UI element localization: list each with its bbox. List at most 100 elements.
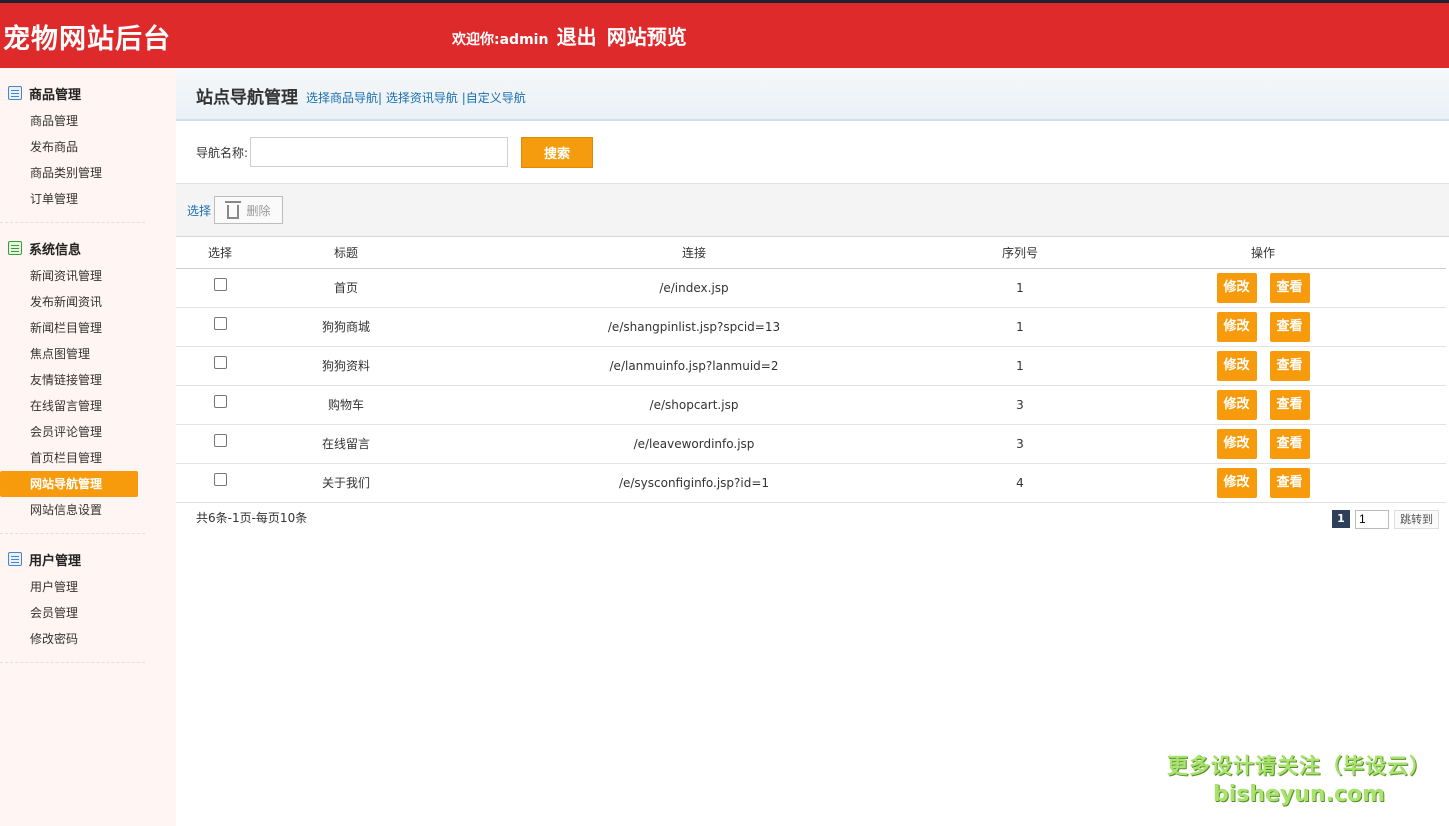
sidebar-item-messages[interactable]: 在线留言管理 bbox=[0, 393, 145, 419]
cell-seq: 1 bbox=[960, 307, 1080, 347]
view-button[interactable]: 查看 bbox=[1269, 350, 1310, 381]
sidebar-item-home-columns[interactable]: 首页栏目管理 bbox=[0, 445, 145, 471]
system-icon bbox=[8, 241, 22, 255]
delete-label: 删除 bbox=[246, 203, 271, 218]
cell-link: /e/lanmuinfo.jsp?lanmuid=2 bbox=[428, 346, 960, 386]
sidebar-group-title: 商品管理 bbox=[0, 84, 145, 103]
logout-link[interactable]: 退出 bbox=[557, 25, 597, 49]
search-label: 导航名称: bbox=[196, 145, 249, 160]
sidebar-item-site-nav[interactable]: 网站导航管理 bbox=[0, 471, 138, 497]
sidebar: 商品管理 商品管理 发布商品 商品类别管理 订单管理 系统信息 新闻资讯管理 发… bbox=[0, 68, 176, 826]
delete-button[interactable]: 删除 bbox=[214, 196, 284, 224]
table-toolbar: 选择 删除 bbox=[176, 183, 1449, 237]
search-input[interactable] bbox=[250, 137, 509, 167]
welcome-text: 欢迎你:admin bbox=[452, 32, 549, 48]
table-row: 狗狗商城 /e/shangpinlist.jsp?spcid=13 1 修改 查看 bbox=[176, 307, 1446, 347]
sidebar-group-title: 系统信息 bbox=[0, 239, 145, 258]
sidebar-group-label: 用户管理 bbox=[29, 553, 82, 569]
row-checkbox[interactable] bbox=[213, 316, 227, 330]
page-jump-input[interactable] bbox=[1355, 509, 1389, 529]
row-checkbox[interactable] bbox=[213, 277, 227, 291]
view-button[interactable]: 查看 bbox=[1269, 311, 1310, 342]
cell-seq: 1 bbox=[960, 268, 1080, 308]
cell-seq: 4 bbox=[960, 463, 1080, 503]
view-button[interactable]: 查看 bbox=[1269, 389, 1310, 420]
edit-button[interactable]: 修改 bbox=[1216, 467, 1257, 498]
edit-button[interactable]: 修改 bbox=[1216, 428, 1257, 459]
main-content: 站点导航管理 选择商品导航| 选择资讯导航 |自定义导航 导航名称: 搜索 选择… bbox=[176, 68, 1449, 826]
table-footer: 共6条-1页-每页10条 1 跳转到 bbox=[176, 503, 1449, 535]
watermark-line2: bisheyun.com bbox=[1212, 782, 1386, 807]
view-button[interactable]: 查看 bbox=[1269, 428, 1310, 459]
current-page-button[interactable]: 1 bbox=[1332, 510, 1350, 528]
sidebar-item-member-manage[interactable]: 会员管理 bbox=[0, 600, 145, 626]
col-seq: 序列号 bbox=[960, 237, 1080, 269]
col-select: 选择 bbox=[176, 237, 264, 269]
sidebar-item-orders[interactable]: 订单管理 bbox=[0, 186, 145, 212]
page-title: 站点导航管理 bbox=[196, 88, 298, 108]
table-row: 购物车 /e/shopcart.jsp 3 修改 查看 bbox=[176, 385, 1446, 425]
site-preview-link[interactable]: 网站预览 bbox=[607, 25, 687, 49]
cell-title: 首页 bbox=[264, 268, 428, 308]
table-row: 关于我们 /e/sysconfiginfo.jsp?id=1 4 修改 查看 bbox=[176, 463, 1446, 503]
cell-title: 狗狗资料 bbox=[264, 346, 428, 386]
sidebar-item-product-manage[interactable]: 商品管理 bbox=[0, 108, 145, 134]
cell-link: /e/shopcart.jsp bbox=[428, 385, 960, 425]
select-all-link[interactable]: 选择 bbox=[187, 202, 211, 219]
sidebar-group-products: 商品管理 商品管理 发布商品 商品类别管理 订单管理 bbox=[0, 68, 145, 223]
pagination-summary: 共6条-1页-每页10条 bbox=[196, 510, 308, 525]
nav-table: 选择 标题 连接 序列号 操作 首页 /e/index.jsp 1 修改 查看 狗… bbox=[176, 237, 1446, 503]
sidebar-item-user-manage[interactable]: 用户管理 bbox=[0, 574, 145, 600]
cell-title: 购物车 bbox=[264, 385, 428, 425]
cell-link: /e/shangpinlist.jsp?spcid=13 bbox=[428, 307, 960, 347]
page-header: 站点导航管理 选择商品导航| 选择资讯导航 |自定义导航 bbox=[176, 68, 1449, 121]
sidebar-item-member-comments[interactable]: 会员评论管理 bbox=[0, 419, 145, 445]
sidebar-group-users: 用户管理 用户管理 会员管理 修改密码 bbox=[0, 534, 145, 663]
edit-button[interactable]: 修改 bbox=[1216, 272, 1257, 303]
sidebar-group-label: 系统信息 bbox=[29, 242, 82, 258]
sidebar-item-publish-product[interactable]: 发布商品 bbox=[0, 134, 145, 160]
cell-seq: 3 bbox=[960, 424, 1080, 464]
view-button[interactable]: 查看 bbox=[1269, 467, 1310, 498]
sidebar-item-product-category[interactable]: 商品类别管理 bbox=[0, 160, 145, 186]
edit-button[interactable]: 修改 bbox=[1216, 311, 1257, 342]
watermark-line1: 更多设计请关注（毕设云） bbox=[1167, 754, 1431, 778]
cell-link: /e/leavewordinfo.jsp bbox=[428, 424, 960, 464]
sidebar-item-focus-images[interactable]: 焦点图管理 bbox=[0, 341, 145, 367]
edit-button[interactable]: 修改 bbox=[1216, 389, 1257, 420]
search-button[interactable]: 搜索 bbox=[521, 136, 594, 168]
custom-nav-link[interactable]: |自定义导航 bbox=[458, 91, 526, 105]
sidebar-item-news-manage[interactable]: 新闻资讯管理 bbox=[0, 263, 145, 289]
sidebar-item-change-password[interactable]: 修改密码 bbox=[0, 626, 145, 652]
edit-button[interactable]: 修改 bbox=[1216, 350, 1257, 381]
col-link: 连接 bbox=[428, 237, 960, 269]
sidebar-item-site-settings[interactable]: 网站信息设置 bbox=[0, 497, 145, 523]
table-row: 狗狗资料 /e/lanmuinfo.jsp?lanmuid=2 1 修改 查看 bbox=[176, 346, 1446, 386]
sidebar-item-friend-links[interactable]: 友情链接管理 bbox=[0, 367, 145, 393]
select-news-nav-link[interactable]: 选择资讯导航 bbox=[382, 91, 458, 105]
page-jump-button[interactable]: 跳转到 bbox=[1394, 509, 1439, 529]
cell-seq: 1 bbox=[960, 346, 1080, 386]
row-checkbox[interactable] bbox=[213, 472, 227, 486]
table-row: 在线留言 /e/leavewordinfo.jsp 3 修改 查看 bbox=[176, 424, 1446, 464]
sidebar-group-label: 商品管理 bbox=[29, 87, 82, 103]
view-button[interactable]: 查看 bbox=[1269, 272, 1310, 303]
select-product-nav-link[interactable]: 选择商品导航| bbox=[306, 91, 382, 105]
row-checkbox[interactable] bbox=[213, 433, 227, 447]
welcome-area: 欢迎你:admin 退出 网站预览 bbox=[452, 21, 687, 50]
sidebar-item-news-columns[interactable]: 新闻栏目管理 bbox=[0, 315, 145, 341]
cell-link: /e/index.jsp bbox=[428, 268, 960, 308]
trash-icon bbox=[224, 200, 241, 219]
row-checkbox[interactable] bbox=[213, 355, 227, 369]
sidebar-item-publish-news[interactable]: 发布新闻资讯 bbox=[0, 289, 145, 315]
top-header: 宠物网站后台 欢迎你:admin 退出 网站预览 bbox=[0, 0, 1449, 68]
list-icon bbox=[8, 86, 22, 100]
cell-title: 狗狗商城 bbox=[264, 307, 428, 347]
list-icon bbox=[8, 552, 22, 566]
col-actions: 操作 bbox=[1080, 237, 1446, 269]
watermark: 更多设计请关注（毕设云） bisheyun.com bbox=[1167, 750, 1431, 807]
sidebar-group-title: 用户管理 bbox=[0, 550, 145, 569]
row-checkbox[interactable] bbox=[213, 394, 227, 408]
cell-link: /e/sysconfiginfo.jsp?id=1 bbox=[428, 463, 960, 503]
table-row: 首页 /e/index.jsp 1 修改 查看 bbox=[176, 268, 1446, 308]
